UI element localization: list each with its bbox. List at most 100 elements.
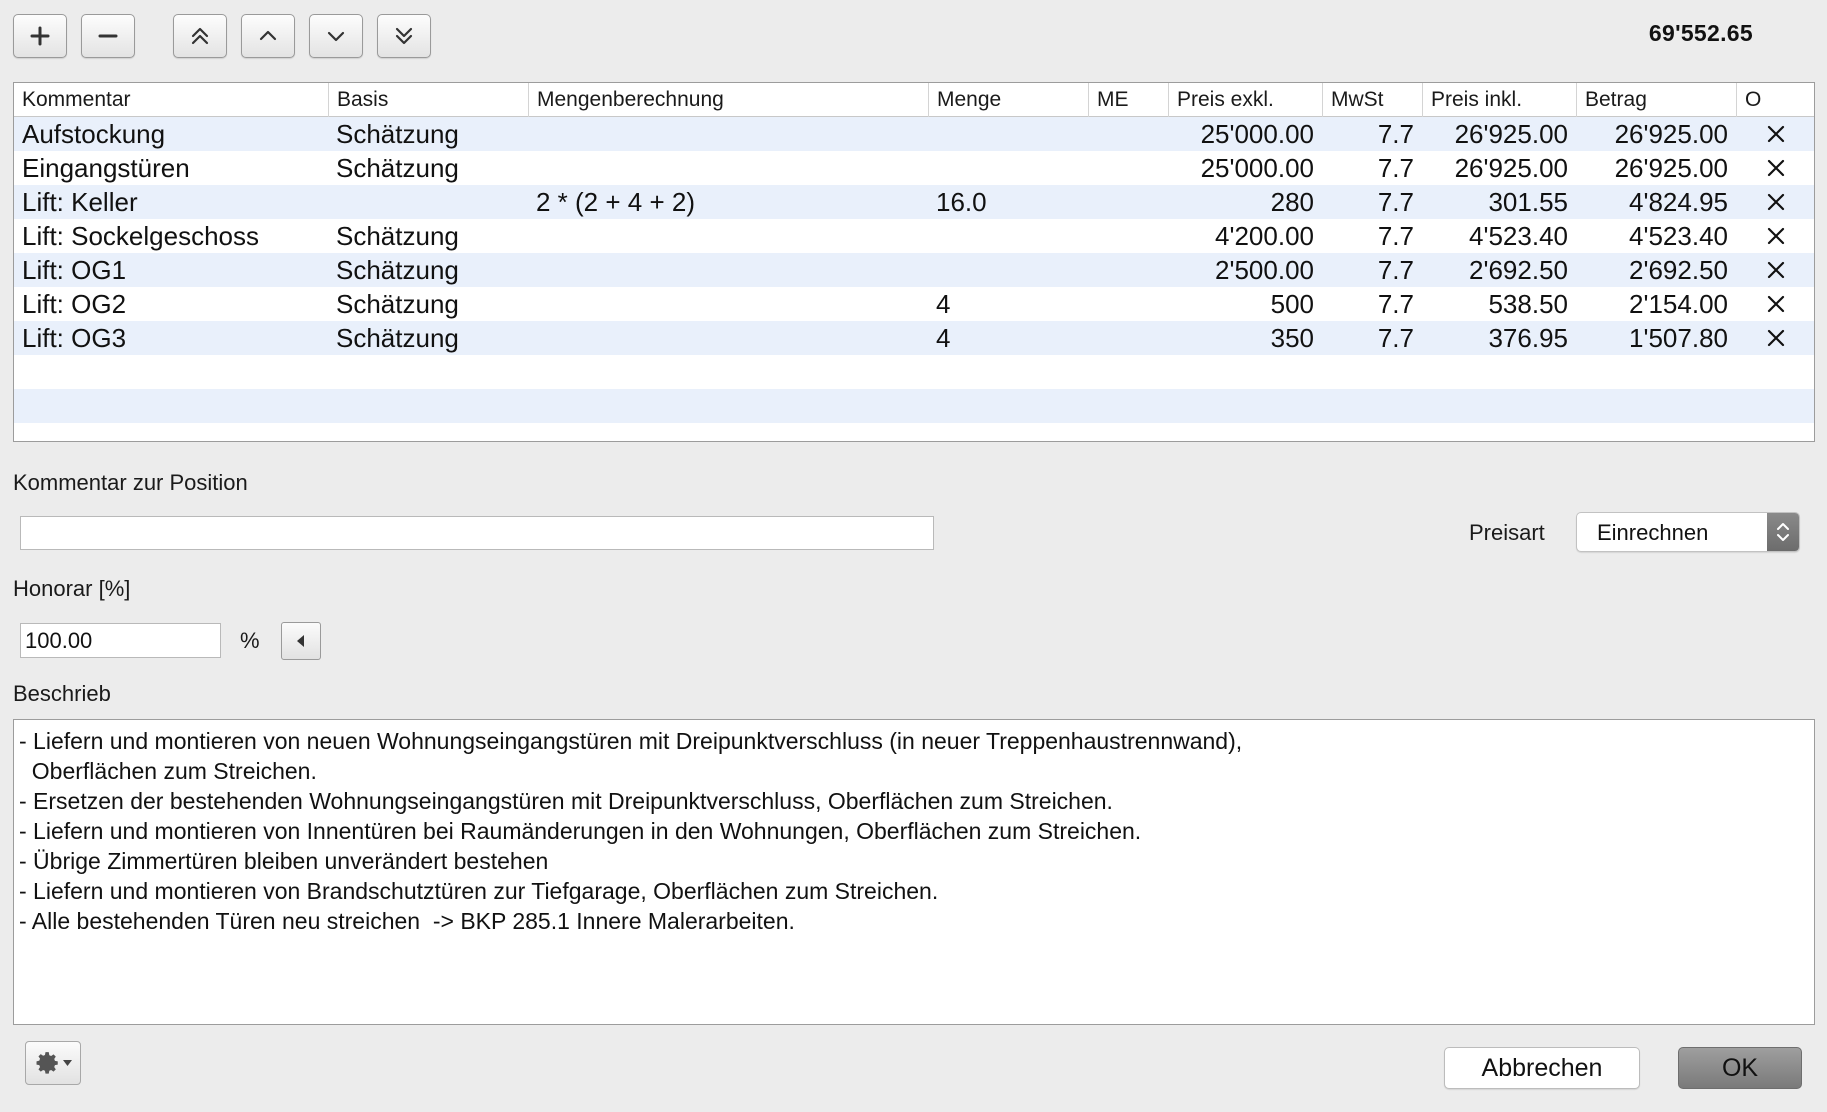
cell-betrag[interactable]: 26'925.00 (1576, 117, 1736, 151)
kommentar-input[interactable] (20, 516, 934, 550)
cell-mwst[interactable]: 7.7 (1322, 117, 1422, 151)
column-header-menge[interactable]: Menge (928, 83, 1088, 117)
cell-preis-exkl[interactable]: 500 (1168, 287, 1322, 321)
cell-basis[interactable]: Schätzung (328, 287, 528, 321)
column-header-mwst[interactable]: MwSt (1322, 83, 1422, 117)
empty-row[interactable] (14, 355, 1814, 389)
delete-row-button[interactable] (1736, 219, 1814, 253)
cell-preis-inkl[interactable]: 538.50 (1422, 287, 1576, 321)
cell-me[interactable] (1088, 151, 1168, 185)
gear-menu-button[interactable] (25, 1041, 81, 1085)
cell-menge[interactable]: 4 (928, 321, 1088, 355)
cell-mwst[interactable]: 7.7 (1322, 151, 1422, 185)
cell-mengenberechnung[interactable] (528, 287, 928, 321)
column-header-betrag[interactable]: Betrag (1576, 83, 1736, 117)
cell-menge[interactable] (928, 219, 1088, 253)
table-row[interactable]: Lift: Sockelgeschoss Schätzung 4'200.00 … (14, 219, 1814, 253)
cell-betrag[interactable]: 2'692.50 (1576, 253, 1736, 287)
cell-kommentar[interactable]: Lift: Keller (14, 185, 328, 219)
table-row[interactable]: Lift: OG3 Schätzung 4 350 7.7 376.95 1'5… (14, 321, 1814, 355)
cell-mwst[interactable]: 7.7 (1322, 185, 1422, 219)
column-header-kommentar[interactable]: Kommentar (14, 83, 328, 117)
cell-kommentar[interactable]: Aufstockung (14, 117, 328, 151)
delete-row-button[interactable] (1736, 253, 1814, 287)
cell-preis-exkl[interactable]: 4'200.00 (1168, 219, 1322, 253)
positions-table[interactable]: Kommentar Basis Mengenberechnung Menge M… (13, 82, 1815, 442)
delete-row-button[interactable] (1736, 151, 1814, 185)
table-row[interactable]: Eingangstüren Schätzung 25'000.00 7.7 26… (14, 151, 1814, 185)
beschrieb-textarea[interactable]: - Liefern und montieren von neuen Wohnun… (13, 719, 1815, 1025)
ok-button[interactable]: OK (1678, 1047, 1802, 1089)
column-header-basis[interactable]: Basis (328, 83, 528, 117)
cell-me[interactable] (1088, 321, 1168, 355)
cell-kommentar[interactable]: Lift: OG3 (14, 321, 328, 355)
column-header-me[interactable]: ME (1088, 83, 1168, 117)
cell-me[interactable] (1088, 117, 1168, 151)
cell-preis-exkl[interactable]: 25'000.00 (1168, 117, 1322, 151)
cell-betrag[interactable]: 1'507.80 (1576, 321, 1736, 355)
cell-me[interactable] (1088, 253, 1168, 287)
delete-row-button[interactable] (1736, 117, 1814, 151)
cell-preis-inkl[interactable]: 301.55 (1422, 185, 1576, 219)
table-row[interactable]: Lift: OG2 Schätzung 4 500 7.7 538.50 2'1… (14, 287, 1814, 321)
cell-preis-exkl[interactable]: 280 (1168, 185, 1322, 219)
delete-row-button[interactable] (1736, 287, 1814, 321)
cell-me[interactable] (1088, 185, 1168, 219)
cell-kommentar[interactable]: Eingangstüren (14, 151, 328, 185)
cell-mengenberechnung[interactable] (528, 253, 928, 287)
cell-mwst[interactable]: 7.7 (1322, 219, 1422, 253)
cell-mwst[interactable]: 7.7 (1322, 253, 1422, 287)
cell-menge[interactable] (928, 151, 1088, 185)
column-header-preis-inkl[interactable]: Preis inkl. (1422, 83, 1576, 117)
cell-basis[interactable]: Schätzung (328, 219, 528, 253)
cell-preis-inkl[interactable]: 2'692.50 (1422, 253, 1576, 287)
move-bottom-button[interactable] (377, 14, 431, 58)
cell-basis[interactable]: Schätzung (328, 117, 528, 151)
cell-betrag[interactable]: 4'523.40 (1576, 219, 1736, 253)
table-row[interactable]: Lift: Keller 2 * (2 + 4 + 2) 16.0 280 7.… (14, 185, 1814, 219)
cell-betrag[interactable]: 4'824.95 (1576, 185, 1736, 219)
add-row-button[interactable] (13, 14, 67, 58)
move-top-button[interactable] (173, 14, 227, 58)
cell-kommentar[interactable]: Lift: OG2 (14, 287, 328, 321)
cell-basis[interactable] (328, 185, 528, 219)
cell-menge[interactable]: 16.0 (928, 185, 1088, 219)
move-down-button[interactable] (309, 14, 363, 58)
honorar-reset-button[interactable] (281, 622, 321, 660)
cell-kommentar[interactable]: Lift: Sockelgeschoss (14, 219, 328, 253)
move-up-button[interactable] (241, 14, 295, 58)
cell-me[interactable] (1088, 287, 1168, 321)
column-header-o[interactable]: O (1736, 83, 1814, 117)
column-header-preis-exkl[interactable]: Preis exkl. (1168, 83, 1322, 117)
cell-preis-inkl[interactable]: 4'523.40 (1422, 219, 1576, 253)
cell-betrag[interactable]: 2'154.00 (1576, 287, 1736, 321)
cell-preis-exkl[interactable]: 350 (1168, 321, 1322, 355)
cell-preis-inkl[interactable]: 376.95 (1422, 321, 1576, 355)
remove-row-button[interactable] (81, 14, 135, 58)
cell-menge[interactable] (928, 253, 1088, 287)
cell-mengenberechnung[interactable] (528, 219, 928, 253)
cell-mengenberechnung[interactable]: 2 * (2 + 4 + 2) (528, 185, 928, 219)
cell-mengenberechnung[interactable] (528, 117, 928, 151)
column-header-mengenberechnung[interactable]: Mengenberechnung (528, 83, 928, 117)
cell-mwst[interactable]: 7.7 (1322, 287, 1422, 321)
cell-mengenberechnung[interactable] (528, 151, 928, 185)
cell-menge[interactable] (928, 117, 1088, 151)
empty-row[interactable] (14, 389, 1814, 423)
cell-me[interactable] (1088, 219, 1168, 253)
cell-betrag[interactable]: 26'925.00 (1576, 151, 1736, 185)
honorar-input[interactable] (20, 623, 221, 658)
cell-mwst[interactable]: 7.7 (1322, 321, 1422, 355)
table-row[interactable]: Lift: OG1 Schätzung 2'500.00 7.7 2'692.5… (14, 253, 1814, 287)
cell-preis-inkl[interactable]: 26'925.00 (1422, 117, 1576, 151)
cell-basis[interactable]: Schätzung (328, 321, 528, 355)
cell-preis-inkl[interactable]: 26'925.00 (1422, 151, 1576, 185)
cell-menge[interactable]: 4 (928, 287, 1088, 321)
cell-preis-exkl[interactable]: 2'500.00 (1168, 253, 1322, 287)
cell-kommentar[interactable]: Lift: OG1 (14, 253, 328, 287)
cancel-button[interactable]: Abbrechen (1444, 1047, 1640, 1089)
preisart-select[interactable]: Einrechnen (1576, 512, 1800, 552)
cell-basis[interactable]: Schätzung (328, 253, 528, 287)
cell-preis-exkl[interactable]: 25'000.00 (1168, 151, 1322, 185)
table-row[interactable]: Aufstockung Schätzung 25'000.00 7.7 26'9… (14, 117, 1814, 151)
